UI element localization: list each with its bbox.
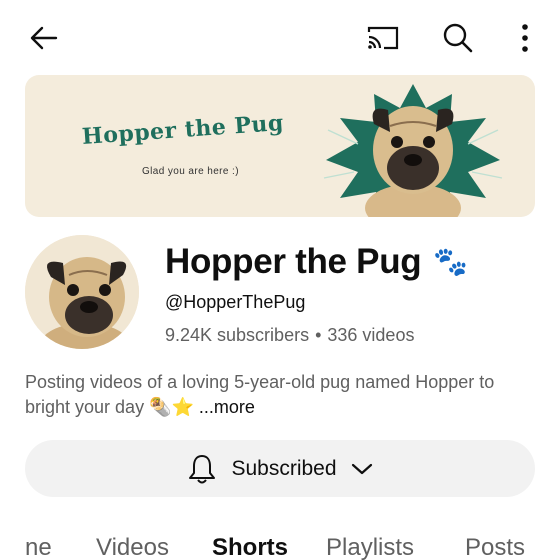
banner-pug-image [323,84,503,217]
subscribed-label: Subscribed [231,456,337,480]
channel-tabs: ne Videos Shorts Playlists Posts [0,528,560,560]
chevron-down-icon [351,463,372,474]
arrow-left-icon [30,26,58,50]
more-link[interactable]: ...more [199,397,255,417]
cast-button[interactable] [362,18,402,58]
avatar-pug-image [25,235,139,349]
channel-avatar[interactable] [25,235,139,349]
tab-videos[interactable]: Videos [96,534,169,560]
channel-description[interactable]: Posting videos of a loving 5-year-old pu… [25,370,535,420]
tab-home[interactable]: ne [25,534,52,560]
bell-icon [189,454,216,483]
subscribed-button[interactable]: Subscribed [25,440,535,497]
subscriber-count: 9.24K subscribers [165,325,310,345]
cast-icon [367,26,399,50]
channel-handle: @HopperThePug [165,292,306,312]
channel-name-row: Hopper the Pug 🐾 [165,240,468,284]
video-count: 336 videos [327,325,415,345]
banner-subtitle: Glad you are here :) [142,166,239,177]
more-options-button[interactable] [505,18,545,58]
channel-stats: 9.24K subscribers • 336 videos [165,325,414,346]
paw-prints-icon: 🐾 [433,246,469,277]
search-button[interactable] [438,18,478,58]
tab-posts[interactable]: Posts [465,534,525,560]
search-icon [443,23,473,53]
stats-separator: • [315,325,322,345]
tab-playlists[interactable]: Playlists [326,534,414,560]
tab-shorts[interactable]: Shorts [212,534,288,560]
back-button[interactable] [24,18,64,58]
channel-name: Hopper the Pug [165,242,422,281]
description-text: Posting videos of a loving 5-year-old pu… [25,372,495,417]
top-app-bar [0,0,560,76]
more-vert-icon [522,24,528,52]
